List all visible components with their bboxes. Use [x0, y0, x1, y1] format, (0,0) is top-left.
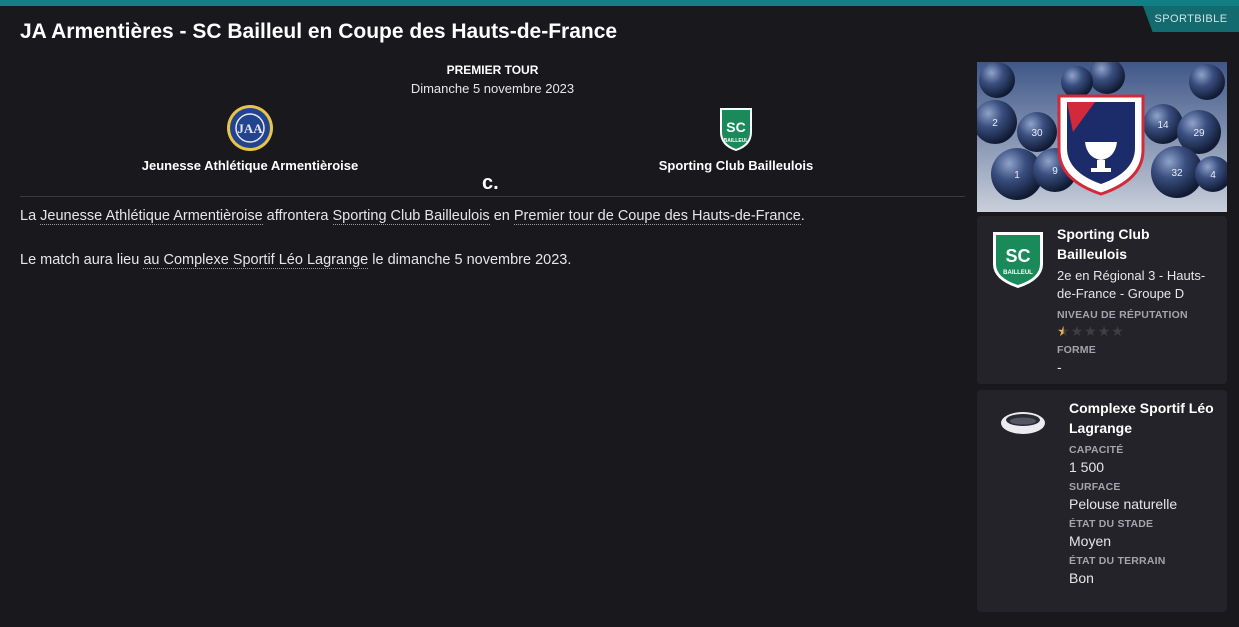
- competition-link[interactable]: Premier tour de Coupe des Hauts-de-Franc…: [513, 208, 801, 225]
- venue-summary: Le match aura lieu au Complexe Sportif L…: [20, 251, 965, 269]
- lottery-ball: [1189, 64, 1225, 100]
- capacity-label: CAPACITÉ: [1069, 444, 1124, 456]
- stadium-state-label: ÉTAT DU STADE: [1069, 518, 1154, 530]
- away-logo-city: BAILLEUL: [724, 138, 749, 144]
- club-name[interactable]: Sporting Club Bailleulois: [1057, 224, 1219, 264]
- home-logo-lettering: JAA: [237, 121, 263, 136]
- reputation-star-icon: ★: [1057, 323, 1070, 339]
- teams-row: JAA Jeunesse Athlétique Armentièroise c.…: [20, 102, 965, 194]
- lottery-ball-number: 9: [1052, 166, 1058, 177]
- venue-text: Le match aura lieu: [20, 252, 144, 268]
- surface-value: Pelouse naturelle: [1069, 496, 1178, 512]
- reputation-label: NIVEAU DE RÉPUTATION: [1057, 309, 1188, 321]
- club-league-position: 2e en Régional 3 - Hauts-de-France - Gro…: [1057, 268, 1206, 301]
- home-team-logo: JAA: [224, 102, 276, 154]
- club-logo-city: BAILLEUL: [1003, 270, 1033, 276]
- home-team-name: Jeunesse Athlétique Armentièroise: [141, 158, 359, 173]
- lottery-ball: [979, 62, 1015, 98]
- pitch-state-value: Bon: [1069, 570, 1094, 586]
- lottery-ball: [1061, 66, 1093, 98]
- lottery-ball-number: 32: [1171, 168, 1183, 179]
- club-info: Sporting Club Bailleulois 2e en Régional…: [1057, 224, 1219, 375]
- lottery-ball-number: 4: [1210, 170, 1216, 181]
- stadium-state-value: Moyen: [1069, 533, 1112, 549]
- away-team-link[interactable]: Sporting Club Bailleulois: [332, 208, 490, 225]
- match-main: PREMIER TOUR Dimanche 5 novembre 2023 JA…: [20, 60, 965, 269]
- club-logo-lettering: SC: [1005, 246, 1030, 266]
- club-card-logo: SC BAILLEUL: [989, 228, 1047, 295]
- reputation-star-icon: ★: [1111, 323, 1124, 339]
- summary-text: en: [489, 208, 514, 224]
- venue-link[interactable]: au Complexe Sportif Léo Lagrange: [143, 252, 369, 269]
- cup-badge-icon: [1057, 94, 1145, 196]
- summary-text: .: [800, 208, 805, 224]
- reputation-stars: ★ ★ ★ ★ ★: [1057, 324, 1219, 338]
- form-label: FORME: [1057, 344, 1096, 356]
- away-logo-lettering: SC: [726, 119, 745, 135]
- reputation-star-icon: ★: [1070, 323, 1084, 339]
- match-summary: La Jeunesse Athlétique Armentièroise aff…: [20, 207, 965, 225]
- summary-text: affrontera: [262, 208, 333, 224]
- lottery-ball-number: 2: [992, 118, 998, 129]
- stadium-info: Complexe Sportif Léo Lagrange CAPACITÉ 1…: [1069, 398, 1219, 586]
- page-title: JA Armentières - SC Bailleul en Coupe de…: [20, 20, 618, 43]
- summary-text: La: [20, 208, 41, 224]
- away-team-name: Sporting Club Bailleulois: [658, 158, 814, 173]
- pitch-state-label: ÉTAT DU TERRAIN: [1069, 555, 1166, 567]
- section-divider: [20, 196, 965, 197]
- lottery-ball-number: 29: [1193, 128, 1205, 139]
- lottery-ball-number: 14: [1157, 120, 1169, 131]
- stadium-name[interactable]: Complexe Sportif Léo Lagrange: [1069, 398, 1219, 438]
- surface-label: SURFACE: [1069, 481, 1121, 493]
- form-value: -: [1057, 359, 1062, 375]
- reputation-star-icon: ★: [1084, 323, 1097, 339]
- match-date: Dimanche 5 novembre 2023: [410, 81, 575, 96]
- home-team[interactable]: JAA Jeunesse Athlétique Armentièroise: [100, 102, 400, 173]
- competition-promo-image[interactable]: 2 30 1 9 14 29 32 4: [977, 62, 1227, 212]
- round-label: PREMIER TOUR: [446, 63, 539, 77]
- home-team-link[interactable]: Jeunesse Athlétique Armentièroise: [40, 208, 263, 225]
- capacity-value: 1 500: [1069, 459, 1105, 475]
- venue-text: le dimanche 5 novembre 2023.: [368, 252, 572, 268]
- versus-label: c.: [482, 172, 499, 194]
- brand-tab[interactable]: SPORTBIBLE: [1143, 6, 1239, 32]
- club-card[interactable]: SC BAILLEUL Sporting Club Bailleulois 2e…: [977, 216, 1227, 384]
- away-team-logo: SC BAILLEUL: [710, 102, 762, 154]
- away-team[interactable]: SC BAILLEUL Sporting Club Bailleulois: [586, 102, 886, 173]
- stadium-icon: [999, 408, 1047, 443]
- lottery-ball-number: 1: [1014, 170, 1020, 181]
- stadium-card[interactable]: Complexe Sportif Léo Lagrange CAPACITÉ 1…: [977, 390, 1227, 612]
- reputation-star-icon: ★: [1097, 323, 1111, 339]
- top-accent-bar: [0, 0, 1239, 6]
- lottery-ball-number: 30: [1031, 128, 1043, 139]
